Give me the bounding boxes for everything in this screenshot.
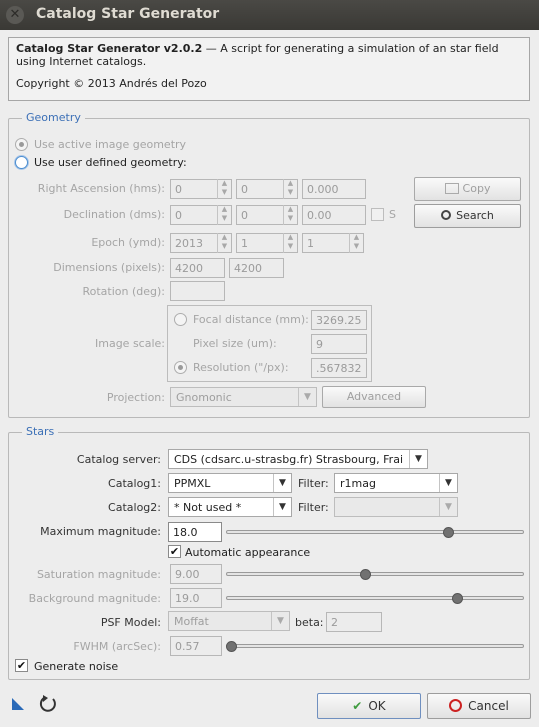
reset-icon[interactable] xyxy=(38,694,58,714)
saturation-input[interactable]: 9.00 xyxy=(170,564,222,584)
ra-minutes-spinner[interactable]: ▲ ▼ xyxy=(283,179,297,199)
cancel-button[interactable]: Cancel xyxy=(427,693,531,719)
height-input[interactable]: 4200 xyxy=(229,258,284,278)
filter2-label: Filter: xyxy=(298,501,329,514)
catalog1-label: Catalog1: xyxy=(108,477,161,490)
background-slider[interactable] xyxy=(226,596,524,600)
advanced-button[interactable]: Advanced xyxy=(322,386,426,408)
use-active-radio[interactable] xyxy=(15,138,28,151)
pixel-size-label: Pixel size (um): xyxy=(193,337,277,350)
resolution-label: Resolution ("/px): xyxy=(193,361,289,374)
checkmark-icon: ✔ xyxy=(352,699,363,713)
geometry-title: Geometry xyxy=(22,111,85,124)
filter2-select[interactable]: ▼ xyxy=(334,497,458,517)
filter1-select[interactable]: r1mag ▼ xyxy=(334,473,458,493)
psf-select[interactable]: Moffat ▼ xyxy=(168,611,290,631)
search-button[interactable]: Search xyxy=(414,204,521,228)
chevron-down-icon: ▼ xyxy=(409,450,427,468)
copy-button[interactable]: Copy xyxy=(414,177,521,201)
background-knob[interactable] xyxy=(451,593,463,604)
chevron-down-icon: ▼ xyxy=(273,474,291,492)
background-label: Background magnitude: xyxy=(28,592,161,605)
chevron-down-icon: ▼ xyxy=(273,498,291,516)
filter1-label: Filter: xyxy=(298,477,329,490)
info-box: Catalog Star Generator v2.0.2 — A script… xyxy=(8,37,530,101)
ra-seconds-input[interactable]: 0.000 xyxy=(302,179,366,199)
max-magnitude-label: Maximum magnitude: xyxy=(40,525,161,538)
dec-label: Declination (dms): xyxy=(63,208,165,221)
ra-label: Right Ascension (hms): xyxy=(37,182,165,195)
rotation-input[interactable] xyxy=(170,281,225,301)
title-bar: ✕ Catalog Star Generator xyxy=(0,0,539,30)
pixel-size-input[interactable]: 9 xyxy=(311,334,367,354)
dec-south-checkbox[interactable] xyxy=(371,208,384,221)
image-scale-label: Image scale: xyxy=(95,337,165,350)
projection-label: Projection: xyxy=(106,391,165,404)
new-instance-icon[interactable] xyxy=(12,698,26,710)
max-magnitude-input[interactable]: 18.0 xyxy=(168,522,222,542)
search-icon xyxy=(441,210,452,220)
copyright: Copyright © 2013 Andrés del Pozo xyxy=(16,77,207,90)
projection-select[interactable]: Gnomonic ▼ xyxy=(170,387,317,407)
auto-appearance-checkbox[interactable]: ✔ xyxy=(168,545,181,558)
focal-label: Focal distance (mm): xyxy=(193,313,309,326)
psf-label: PSF Model: xyxy=(100,616,161,629)
beta-input[interactable]: 2 xyxy=(326,612,382,632)
epoch-label: Epoch (ymd): xyxy=(91,236,165,249)
catalog1-select[interactable]: PPMXL ▼ xyxy=(168,473,292,493)
resolution-input[interactable]: .567832 xyxy=(311,358,367,378)
catalog2-label: Catalog2: xyxy=(108,501,161,514)
script-name: Catalog Star Generator v2.0.2 xyxy=(16,42,203,55)
fwhm-knob[interactable] xyxy=(226,641,237,652)
dec-south-label: S xyxy=(389,208,396,221)
chevron-down-icon: ▼ xyxy=(271,612,289,630)
dec-seconds-input[interactable]: 0.00 xyxy=(302,205,366,225)
saturation-slider[interactable] xyxy=(226,572,524,576)
max-magnitude-slider[interactable] xyxy=(226,530,524,534)
fwhm-input[interactable]: 0.57 xyxy=(170,636,222,656)
catalog2-select[interactable]: * Not used * ▼ xyxy=(168,497,292,517)
catalog-server-label: Catalog server: xyxy=(76,453,161,466)
stars-title: Stars xyxy=(22,425,59,438)
use-user-label: Use user defined geometry: xyxy=(34,156,187,169)
focal-radio[interactable] xyxy=(174,313,187,326)
use-active-label: Use active image geometry xyxy=(34,138,187,151)
dimensions-label: Dimensions (pixels): xyxy=(53,261,165,274)
resolution-radio[interactable] xyxy=(174,361,187,374)
generate-noise-checkbox[interactable]: ✔ xyxy=(15,659,28,672)
close-icon[interactable]: ✕ xyxy=(6,6,24,24)
fwhm-label: FWHM (arcSec): xyxy=(73,640,161,653)
focal-input[interactable]: 3269.25 xyxy=(311,310,367,330)
auto-appearance-label: Automatic appearance xyxy=(185,546,311,559)
epoch-day-spinner[interactable]: ▲ ▼ xyxy=(349,233,363,253)
beta-label: beta: xyxy=(295,616,324,629)
cancel-icon xyxy=(449,699,463,712)
catalog-server-select[interactable]: CDS (cdsarc.u-strasbg.fr) Strasbourg, Fr… xyxy=(168,449,428,469)
chevron-down-icon: ▼ xyxy=(439,474,457,492)
use-user-radio[interactable] xyxy=(15,156,28,169)
ra-hours-spinner[interactable]: ▲ ▼ xyxy=(217,179,231,199)
rotation-label: Rotation (deg): xyxy=(82,285,165,298)
saturation-label: Saturation magnitude: xyxy=(36,568,161,581)
window-title: Catalog Star Generator xyxy=(36,6,220,22)
fwhm-slider[interactable] xyxy=(226,644,524,648)
width-input[interactable]: 4200 xyxy=(170,258,225,278)
epoch-year-spinner[interactable]: ▲ ▼ xyxy=(217,233,231,253)
dec-minutes-spinner[interactable]: ▲ ▼ xyxy=(283,205,297,225)
generate-noise-label: Generate noise xyxy=(34,660,119,673)
copy-icon xyxy=(444,183,459,194)
epoch-month-spinner[interactable]: ▲ ▼ xyxy=(283,233,297,253)
ok-button[interactable]: ✔ OK xyxy=(317,693,421,719)
dec-degrees-spinner[interactable]: ▲ ▼ xyxy=(217,205,231,225)
chevron-down-icon: ▼ xyxy=(439,498,457,516)
background-input[interactable]: 19.0 xyxy=(170,588,222,608)
chevron-down-icon: ▼ xyxy=(298,388,316,406)
